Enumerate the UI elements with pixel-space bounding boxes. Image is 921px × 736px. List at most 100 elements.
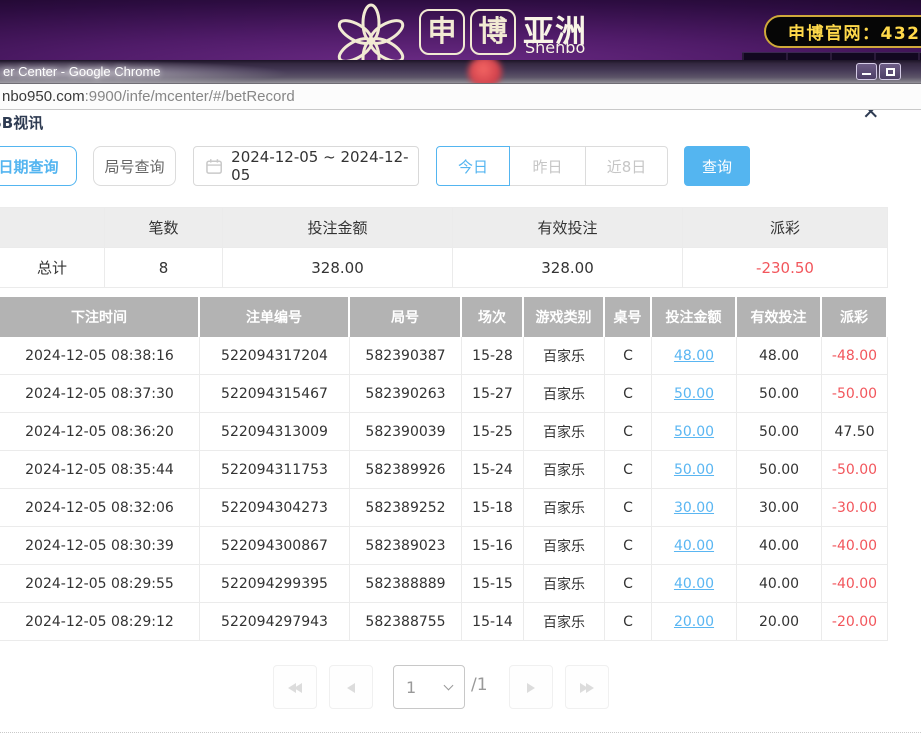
table-no-cell: C	[605, 565, 652, 603]
table-no-cell: C	[605, 375, 652, 413]
bet-amount-link[interactable]: 48.00	[674, 348, 714, 364]
session-cell: 15-16	[462, 527, 524, 565]
banner-brick-pattern	[742, 52, 921, 60]
bet-amount-link[interactable]: 40.00	[674, 576, 714, 592]
minimize-button[interactable]	[856, 63, 877, 80]
date-range-input[interactable]: 2024-12-05 ~ 2024-12-05	[193, 146, 419, 186]
window-titlebar: er Center - Google Chrome	[0, 60, 921, 84]
valid-bet-cell: 40.00	[737, 565, 822, 603]
summary-bet-amount-value: 328.00	[223, 248, 453, 288]
col-header-valid-bet: 有效投注	[737, 297, 822, 337]
table-row: 2024-12-05 08:29:12522094297943582388755…	[0, 603, 888, 641]
bet-id-cell: 522094313009	[200, 413, 350, 451]
last-8-days-button[interactable]: 近8日	[585, 146, 668, 186]
table-row: 2024-12-05 08:37:30522094315467582390263…	[0, 375, 888, 413]
double-left-arrow-icon	[289, 678, 301, 697]
game-type-cell: 百家乐	[524, 603, 605, 641]
previous-page-button[interactable]	[329, 665, 373, 709]
table-row: 2024-12-05 08:29:55522094299395582388889…	[0, 565, 888, 603]
payout-cell: -20.00	[822, 603, 888, 641]
payout-cell: -50.00	[822, 375, 888, 413]
game-type-cell: 百家乐	[524, 527, 605, 565]
bet-amount-link[interactable]: 50.00	[674, 424, 714, 440]
round-id-cell: 582389023	[350, 527, 462, 565]
address-bar[interactable]: nbo950.com:9900/infe/mcenter/#/betRecord	[0, 84, 921, 110]
bet-time-cell: 2024-12-05 08:37:30	[0, 375, 200, 413]
search-button[interactable]: 查询	[684, 146, 750, 186]
game-type-cell: 百家乐	[524, 451, 605, 489]
maximize-button[interactable]	[879, 63, 901, 80]
summary-total-row: 总计 8 328.00 328.00 -230.50	[0, 248, 888, 288]
maximize-icon	[886, 68, 895, 76]
next-page-button[interactable]	[509, 665, 553, 709]
payout-cell: -40.00	[822, 565, 888, 603]
today-button[interactable]: 今日	[436, 146, 510, 186]
bet-table-body: 2024-12-05 08:38:16522094317204582390387…	[0, 337, 888, 641]
bet-amount-link[interactable]: 20.00	[674, 614, 714, 630]
col-header-game-type: 游戏类别	[524, 297, 605, 337]
bet-amount-link[interactable]: 40.00	[674, 538, 714, 554]
official-site-badge: 申博官网：432	[764, 15, 921, 48]
game-type-cell: 百家乐	[524, 413, 605, 451]
table-no-cell: C	[605, 527, 652, 565]
bet-time-cell: 2024-12-05 08:29:12	[0, 603, 200, 641]
summary-header-blank	[0, 208, 105, 248]
bet-amount-cell: 40.00	[652, 565, 737, 603]
payout-cell: -40.00	[822, 527, 888, 565]
summary-table: 笔数 投注金额 有效投注 派彩 总计 8 328.00 328.00 -230.…	[0, 207, 888, 288]
bet-amount-cell: 50.00	[652, 375, 737, 413]
bet-time-cell: 2024-12-05 08:36:20	[0, 413, 200, 451]
bottom-divider	[0, 732, 921, 733]
payout-cell: 47.50	[822, 413, 888, 451]
table-no-cell: C	[605, 603, 652, 641]
last-page-button[interactable]	[565, 665, 609, 709]
bet-amount-link[interactable]: 50.00	[674, 386, 714, 402]
game-type-cell: 百家乐	[524, 337, 605, 375]
summary-header-bet-amount: 投注金额	[223, 208, 453, 248]
summary-header-count: 笔数	[105, 208, 223, 248]
table-no-cell: C	[605, 451, 652, 489]
round-id-cell: 582390039	[350, 413, 462, 451]
session-cell: 15-18	[462, 489, 524, 527]
summary-header-row: 笔数 投注金额 有效投注 派彩	[0, 208, 888, 248]
bet-amount-cell: 20.00	[652, 603, 737, 641]
bet-id-cell: 522094317204	[200, 337, 350, 375]
valid-bet-cell: 40.00	[737, 527, 822, 565]
total-pages-label: /1	[471, 675, 488, 695]
page-select-value: 1	[406, 678, 445, 697]
bet-amount-cell: 40.00	[652, 527, 737, 565]
date-query-button[interactable]: 日期查询	[0, 146, 77, 186]
valid-bet-cell: 50.00	[737, 413, 822, 451]
first-page-button[interactable]	[273, 665, 317, 709]
bet-amount-cell: 30.00	[652, 489, 737, 527]
session-cell: 15-14	[462, 603, 524, 641]
valid-bet-cell: 50.00	[737, 375, 822, 413]
valid-bet-cell: 50.00	[737, 451, 822, 489]
bet-amount-cell: 50.00	[652, 451, 737, 489]
bet-amount-link[interactable]: 50.00	[674, 462, 714, 478]
col-header-session: 场次	[462, 297, 524, 337]
chevron-down-icon	[444, 680, 454, 690]
col-header-bet-time: 下注时间	[0, 297, 200, 337]
close-icon[interactable]: ✕	[862, 110, 880, 124]
col-header-round-id: 局号	[350, 297, 462, 337]
page-select[interactable]: 1	[393, 665, 465, 709]
yesterday-button[interactable]: 昨日	[509, 146, 586, 186]
game-type-cell: 百家乐	[524, 489, 605, 527]
screen: 申 博 亚洲 Shenbo 申博官网：432 er Center - Googl…	[0, 0, 921, 736]
round-id-cell: 582390387	[350, 337, 462, 375]
table-row: 2024-12-05 08:36:20522094313009582390039…	[0, 413, 888, 451]
session-cell: 15-28	[462, 337, 524, 375]
table-no-cell: C	[605, 337, 652, 375]
site-banner: 申 博 亚洲 Shenbo 申博官网：432	[0, 0, 921, 60]
left-arrow-icon	[348, 678, 354, 697]
window-title: er Center - Google Chrome	[3, 64, 161, 79]
bet-amount-link[interactable]: 30.00	[674, 500, 714, 516]
bet-record-page: SB视讯 ✕ 日期查询 局号查询 2024-12-05 ~ 2024-12-05…	[0, 110, 921, 736]
session-cell: 15-27	[462, 375, 524, 413]
round-query-button[interactable]: 局号查询	[93, 146, 176, 186]
bet-id-cell: 522094297943	[200, 603, 350, 641]
red-blob-decoration	[468, 60, 502, 84]
payout-cell: -30.00	[822, 489, 888, 527]
summary-total-label: 总计	[0, 248, 105, 288]
